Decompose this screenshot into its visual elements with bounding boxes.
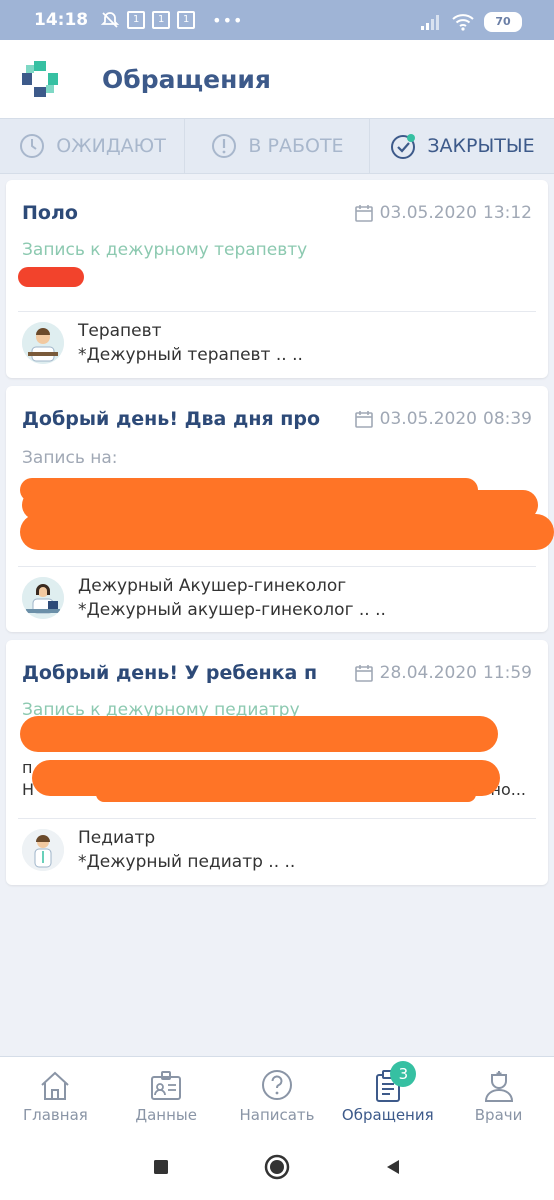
bottom-navigation: Главная Данные Написать Обращения 3 Врач… bbox=[0, 1056, 554, 1135]
signal-icon bbox=[421, 15, 439, 30]
redaction-mark bbox=[20, 716, 498, 752]
ticket-subtitle: Запись к дежурному терапевту bbox=[22, 240, 308, 260]
ticket-text-line: п bbox=[22, 758, 33, 777]
question-bubble-icon bbox=[261, 1070, 292, 1100]
ticket-card[interactable]: Добрый день! У ребенка п 28.04.2020 11:5… bbox=[6, 640, 548, 885]
tab-label: В РАБОТЕ bbox=[248, 135, 344, 157]
doctor-description: *Дежурный терапевт .. .. bbox=[78, 345, 303, 365]
doctor-description: *Дежурный педиатр .. .. bbox=[78, 852, 296, 872]
recent-apps-icon[interactable] bbox=[151, 1157, 171, 1177]
app-logo-icon bbox=[22, 61, 58, 97]
notification-box-icon: 1 bbox=[177, 11, 196, 29]
nav-label: Главная bbox=[23, 1106, 88, 1124]
nav-label: Написать bbox=[239, 1106, 315, 1124]
doctor-role: Педиатр bbox=[78, 828, 156, 848]
doctor-role: Терапевт bbox=[78, 321, 162, 341]
exclamation-circle-icon bbox=[212, 134, 237, 158]
nav-item-data[interactable]: Данные bbox=[111, 1057, 222, 1135]
nav-label: Врачи bbox=[474, 1106, 523, 1124]
requests-count-badge: 3 bbox=[390, 1061, 417, 1087]
notification-box-icon: 1 bbox=[152, 11, 171, 29]
battery-indicator: 70 bbox=[484, 12, 522, 32]
doctor-description: *Дежурный акушер-гинеколог .. .. bbox=[78, 600, 386, 620]
nav-label: Обращения bbox=[341, 1106, 434, 1124]
home-button-icon[interactable] bbox=[263, 1153, 291, 1181]
card-divider bbox=[18, 818, 536, 819]
app-header: Обращения bbox=[0, 40, 554, 118]
nav-item-doctors[interactable]: Врачи bbox=[443, 1057, 554, 1135]
ticket-title: Добрый день! У ребенка п bbox=[22, 662, 318, 684]
nav-label: Данные bbox=[135, 1106, 197, 1124]
nav-item-home[interactable]: Главная bbox=[0, 1057, 111, 1135]
tab-waiting[interactable]: ОЖИДАЮТ bbox=[0, 119, 185, 173]
ticket-title: Поло bbox=[22, 202, 78, 224]
status-notification-icons: 1 1 1 ••• bbox=[100, 10, 243, 30]
card-divider bbox=[18, 566, 536, 567]
status-time: 14:18 bbox=[34, 10, 89, 30]
calendar-icon bbox=[354, 665, 373, 682]
doctor-info: Дежурный Акушер-гинеколог *Дежурный акуш… bbox=[22, 576, 386, 620]
card-divider bbox=[18, 311, 536, 312]
clock-icon bbox=[20, 134, 45, 158]
tab-closed[interactable]: ЗАКРЫТЫЕ bbox=[370, 119, 554, 173]
ticket-title: Добрый день! Два дня про bbox=[22, 408, 321, 430]
system-navigation-bar bbox=[0, 1134, 554, 1200]
tab-label: ЗАКРЫТЫЕ bbox=[427, 135, 535, 157]
check-circle-icon bbox=[391, 134, 416, 159]
tab-in-progress[interactable]: В РАБОТЕ bbox=[185, 119, 370, 173]
nav-item-write[interactable]: Написать bbox=[222, 1057, 333, 1135]
doctor-role: Дежурный Акушер-гинеколог bbox=[78, 576, 347, 596]
doctor-icon bbox=[484, 1071, 513, 1102]
doctor-info: Педиатр *Дежурный педиатр .. .. bbox=[22, 828, 295, 872]
ticket-card[interactable]: Добрый день! Два дня про 03.05.2020 08:3… bbox=[6, 386, 554, 632]
doctor-avatar bbox=[22, 577, 64, 619]
status-tabs: ОЖИДАЮТ В РАБОТЕ ЗАКРЫТЫЕ bbox=[0, 118, 554, 174]
wifi-icon bbox=[452, 14, 474, 31]
tab-label: ОЖИДАЮТ bbox=[56, 135, 166, 157]
ticket-date: 03.05.2020 13:12 bbox=[354, 203, 532, 223]
page-title: Обращения bbox=[102, 64, 271, 94]
status-bar: 14:18 1 1 1 ••• 70 bbox=[0, 0, 554, 40]
doctor-avatar bbox=[22, 322, 64, 364]
ticket-date: 03.05.2020 08:39 bbox=[354, 409, 532, 429]
notification-box-icon: 1 bbox=[127, 11, 146, 29]
doctor-info: Терапевт *Дежурный терапевт .. .. bbox=[22, 321, 303, 365]
doctor-avatar bbox=[22, 829, 64, 871]
ticket-date: 28.04.2020 11:59 bbox=[354, 663, 532, 683]
bell-off-icon bbox=[100, 12, 120, 28]
home-icon bbox=[41, 1071, 70, 1100]
more-dots: ••• bbox=[212, 10, 244, 30]
ticket-subtitle: Запись на: bbox=[22, 448, 118, 468]
calendar-icon bbox=[354, 411, 373, 428]
id-card-icon bbox=[151, 1071, 182, 1100]
redaction-mark bbox=[18, 267, 84, 287]
redaction-mark bbox=[96, 786, 476, 802]
nav-item-requests[interactable]: Обращения 3 bbox=[332, 1057, 443, 1135]
redaction-mark bbox=[20, 514, 554, 550]
calendar-icon bbox=[354, 205, 373, 222]
ticket-card[interactable]: Поло 03.05.2020 13:12 Запись к дежурному… bbox=[6, 180, 548, 378]
back-button-icon[interactable] bbox=[383, 1157, 403, 1177]
